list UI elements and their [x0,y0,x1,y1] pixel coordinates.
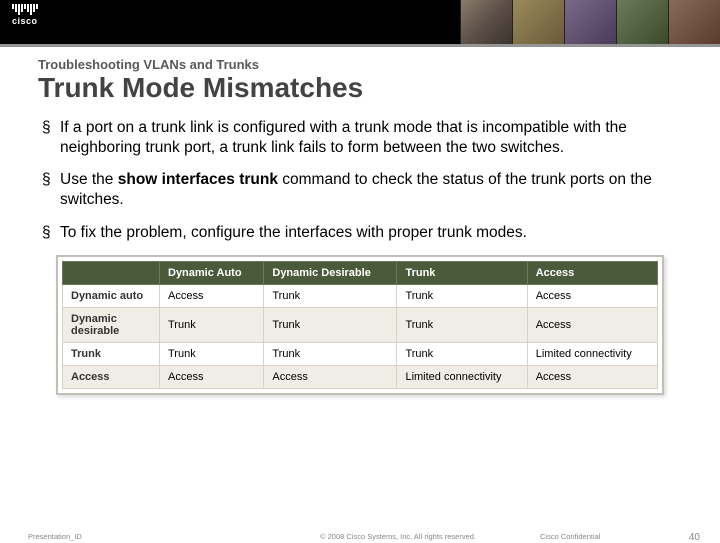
table-cell: Access [160,284,264,307]
table-row: Trunk Trunk Trunk Trunk Limited connecti… [63,342,658,365]
slide-title: Trunk Mode Mismatches [38,72,682,104]
table-cell: Access [527,365,657,388]
command-text: show interfaces trunk [118,171,278,188]
mode-table-container: Dynamic Auto Dynamic Desirable Trunk Acc… [56,255,664,395]
bullet-text: If a port on a trunk link is configured … [60,119,627,156]
bullet-item: If a port on a trunk link is configured … [60,118,682,158]
table-cell: Trunk [264,284,397,307]
table-cell: Access [527,307,657,342]
header-bar: cisco [0,0,720,44]
table-cell: Access [264,365,397,388]
table-cell: Trunk [264,307,397,342]
row-header: Trunk [63,342,160,365]
table-row: Access Access Access Limited connectivit… [63,365,658,388]
table-cell: Trunk [397,284,527,307]
col-header: Trunk [397,261,527,284]
table-row: Dynamic auto Access Trunk Trunk Access [63,284,658,307]
col-header: Dynamic Desirable [264,261,397,284]
slide-content: Troubleshooting VLANs and Trunks Trunk M… [0,47,720,395]
table-cell: Trunk [264,342,397,365]
bullet-list: If a port on a trunk link is configured … [38,118,682,243]
table-corner [63,261,160,284]
row-header: Dynamic auto [63,284,160,307]
bullet-item: Use the show interfaces trunk command to… [60,170,682,210]
table-cell: Limited connectivity [397,365,527,388]
table-cell: Access [527,284,657,307]
bullet-item: To fix the problem, configure the interf… [60,223,682,243]
row-header: Access [63,365,160,388]
table-header-row: Dynamic Auto Dynamic Desirable Trunk Acc… [63,261,658,284]
table-cell: Trunk [160,307,264,342]
table-cell: Limited connectivity [527,342,657,365]
table-cell: Trunk [160,342,264,365]
table-cell: Access [160,365,264,388]
page-number: 40 [689,532,700,543]
table-row: Dynamic desirable Trunk Trunk Trunk Acce… [63,307,658,342]
cisco-logo: cisco [12,4,38,26]
trunk-mode-table: Dynamic Auto Dynamic Desirable Trunk Acc… [62,261,658,389]
bullet-text-pre: Use the [60,171,118,188]
table-cell: Trunk [397,342,527,365]
row-header: Dynamic desirable [63,307,160,342]
col-header: Dynamic Auto [160,261,264,284]
bullet-text: To fix the problem, configure the interf… [60,224,527,241]
table-cell: Trunk [397,307,527,342]
header-photo-strip [460,0,720,44]
logo-text: cisco [12,17,38,26]
col-header: Access [527,261,657,284]
section-label: Troubleshooting VLANs and Trunks [38,57,682,72]
